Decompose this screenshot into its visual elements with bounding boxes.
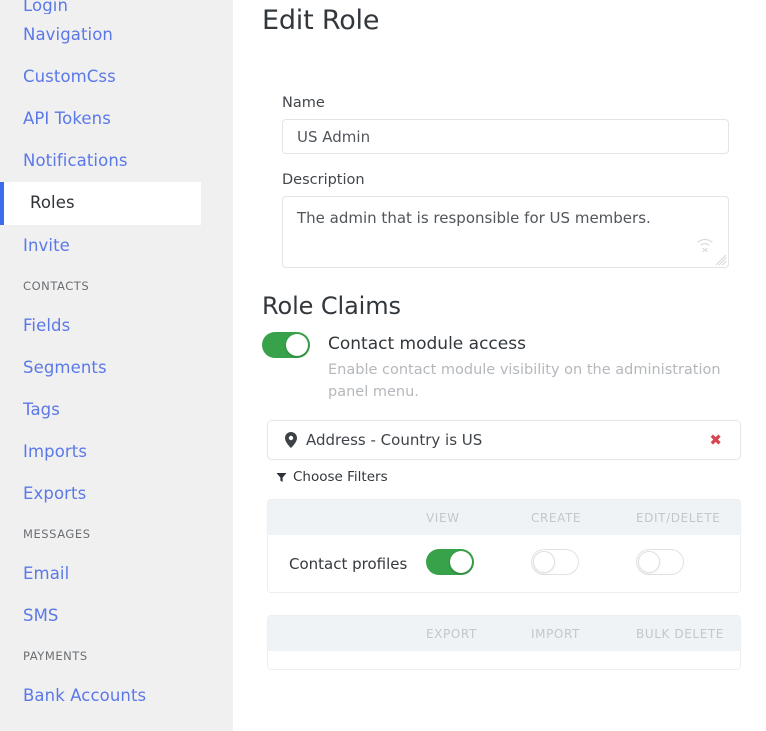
sidebar-item-segments[interactable]: Segments [0,347,233,389]
table-header-cell: VIEW [426,510,460,525]
toggle-knob [638,550,660,573]
description-field-block: Description [262,172,735,268]
sidebar-item-label: Exports [23,483,87,503]
table-header-cell: EXPORT [426,626,477,641]
description-textarea-wrap [282,196,729,268]
table-header-cell: BULK DELETE [636,626,724,641]
contact-module-access-title: Contact module access [328,334,526,354]
sidebar-item-customcss[interactable]: CustomCss [0,56,233,98]
sidebar-item-notifications[interactable]: Notifications [0,140,233,182]
sidebar-item-invite[interactable]: Invite [0,225,233,267]
table-row-label: Contact profiles [289,554,408,573]
table-header-cell: EDIT/DELETE [636,510,721,525]
sidebar-item-api-tokens[interactable]: API Tokens [0,98,233,140]
filter-pill[interactable]: Address - Country is US ✖ [267,420,741,460]
name-field-block: Name [262,95,735,154]
sidebar-item-tags[interactable]: Tags [0,389,233,431]
name-field-label: Name [282,95,325,111]
sidebar-item-label: Segments [23,357,107,377]
table-header-row: VIEW CREATE EDIT/DELETE [268,500,740,535]
sidebar-item-label: Roles [30,193,75,213]
permission-toggle[interactable] [426,548,474,575]
sidebar-item-label: Fields [23,315,71,335]
sidebar-item-label: Bank Accounts [23,685,147,705]
sidebar-item-label: CustomCss [23,66,116,86]
sidebar-item-navigation[interactable]: Navigation [0,14,233,56]
sidebar-item-sms[interactable]: SMS [0,595,233,637]
sidebar-item-email[interactable]: Email [0,553,233,595]
main-content: Edit Role Name Description Role Claims [233,0,766,731]
permission-toggle[interactable] [531,548,579,575]
choose-filters-button[interactable]: Choose Filters [276,469,735,485]
sidebar-item-label: Notifications [23,150,128,170]
sidebar-item-imports[interactable]: Imports [0,431,233,473]
sidebar-item-label: MESSAGES [23,527,91,541]
contact-module-access-texts: Contact module access Enable contact mod… [328,332,735,403]
contact-module-access-row: Contact module access Enable contact mod… [262,332,735,403]
close-icon[interactable]: ✖ [705,431,726,450]
contact-module-access-toggle[interactable] [262,332,310,358]
toggle-knob [533,550,555,573]
sidebar-item-label: API Tokens [23,108,111,128]
table-row [268,651,740,669]
table-cell-toggle [636,548,740,579]
sidebar-item-roles[interactable]: Roles [0,182,201,225]
sidebar-item-label: CONTACTS [23,279,90,293]
sidebar-item-login[interactable]: Login [0,0,233,14]
toggle-knob [450,550,472,573]
toggle-knob [286,334,308,356]
role-claims-heading: Role Claims [262,292,401,320]
table-cell-toggle [531,548,636,579]
map-pin-icon [285,432,297,448]
name-input[interactable] [282,119,729,154]
sidebar-item-label: Navigation [23,24,113,44]
description-textarea[interactable] [282,196,729,268]
sidebar-item-label: Login [23,0,69,14]
filter-text: Address - Country is US [306,431,483,449]
table-header-cell: IMPORT [531,626,580,641]
choose-filters-label: Choose Filters [293,469,388,485]
table-row: Contact profiles [268,535,740,592]
app-root: Login Navigation CustomCss API Tokens Notifi… [0,0,766,731]
funnel-icon [276,472,287,482]
sidebar-item-fields[interactable]: Fields [0,305,233,347]
sidebar: Login Navigation CustomCss API Tokens Notifi… [0,0,233,731]
sidebar-section-payments: PAYMENTS [0,637,233,675]
permission-tables-host: VIEW CREATE EDIT/DELETE Contact profiles EXP… [262,499,741,670]
sidebar-section-messages: MESSAGES [0,515,233,553]
permission-toggle[interactable] [636,548,684,575]
table-header-cell: CREATE [531,510,582,525]
sidebar-item-bank-accounts[interactable]: Bank Accounts [0,675,233,717]
sidebar-item-label: Invite [23,235,70,255]
table-cell-toggle [426,548,531,579]
sidebar-item-label: SMS [23,605,59,625]
sidebar-item-label: PAYMENTS [23,649,88,663]
sidebar-item-label: Email [23,563,70,583]
permissions-table-crud: VIEW CREATE EDIT/DELETE Contact profiles [267,499,741,593]
contact-module-access-description: Enable contact module visibility on the … [328,362,721,400]
permissions-table-bulk: EXPORT IMPORT BULK DELETE [267,615,741,670]
sidebar-item-label: Imports [23,441,88,461]
sidebar-item-exports[interactable]: Exports [0,473,233,515]
sidebar-item-label: Tags [23,399,60,419]
page-title: Edit Role [262,5,380,36]
description-field-label: Description [282,172,365,188]
sidebar-section-contacts: CONTACTS [0,267,233,305]
table-header-row: EXPORT IMPORT BULK DELETE [268,616,740,651]
